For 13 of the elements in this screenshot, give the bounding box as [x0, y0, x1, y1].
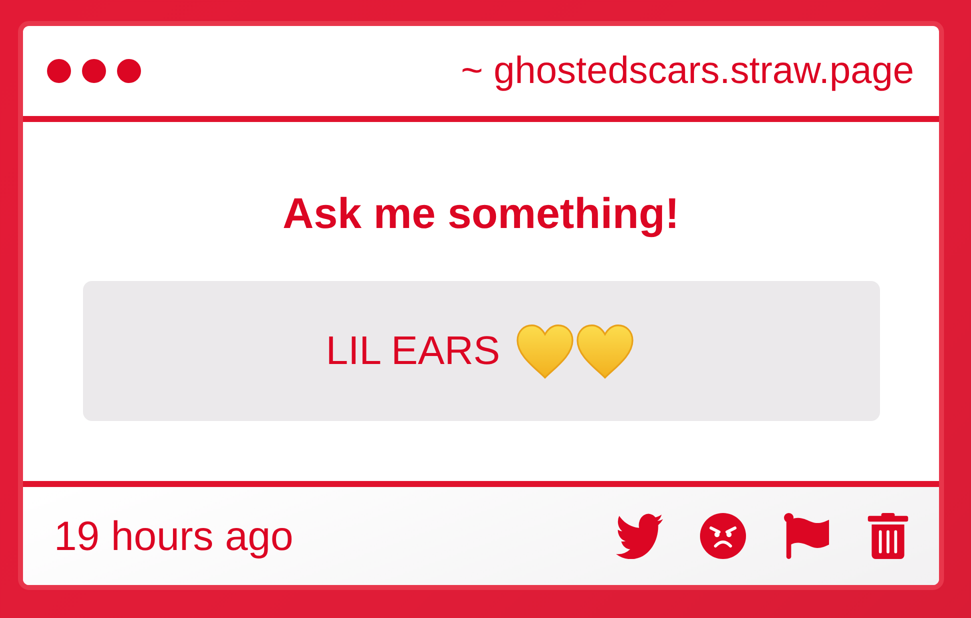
question-text: LIL EARS [326, 328, 500, 374]
heart-icon [576, 324, 634, 378]
dot-icon [117, 59, 141, 83]
timestamp: 19 hours ago [54, 512, 294, 560]
heart-icon [516, 324, 574, 378]
prompt-title: Ask me something! [282, 189, 680, 239]
bird-icon[interactable] [616, 513, 663, 559]
angry-face-icon[interactable] [700, 513, 746, 559]
flag-icon[interactable] [783, 513, 830, 559]
dot-icon [82, 59, 106, 83]
dot-icon [47, 59, 71, 83]
trash-icon[interactable] [867, 513, 909, 559]
page-address: ~ ghostedscars.straw.page [460, 49, 914, 93]
